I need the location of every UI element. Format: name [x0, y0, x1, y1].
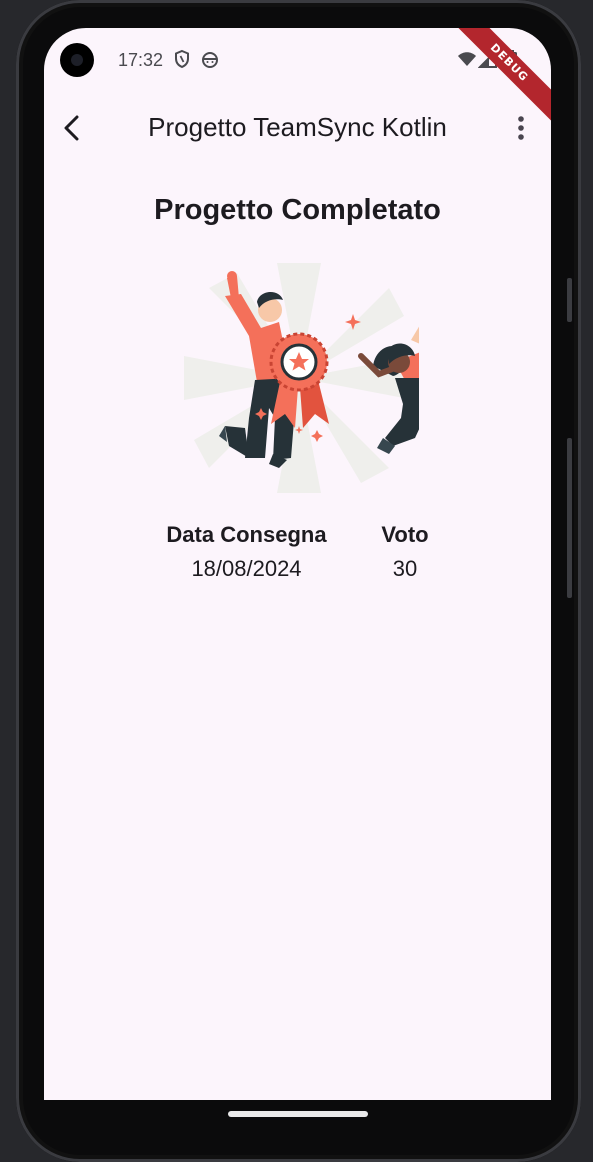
front-camera: [60, 43, 94, 77]
more-vert-icon[interactable]: [509, 110, 533, 146]
delivery-date-label: Data Consegna: [166, 522, 327, 547]
status-bar: 17:32 DEBUG: [44, 28, 551, 128]
app-bar: Progetto TeamSync Kotlin: [44, 96, 551, 160]
grade-value: 30: [392, 556, 418, 581]
android-face-icon: [202, 52, 218, 68]
delivery-date-info: Data Consegna 18/08/2024: [154, 522, 339, 582]
shield-icon: [175, 49, 189, 69]
volume-button: [567, 438, 572, 598]
side-button: [567, 278, 572, 322]
home-indicator[interactable]: [228, 1111, 368, 1117]
grade-label: Voto: [381, 522, 429, 547]
wifi-icon: [458, 52, 476, 66]
delivery-date-value: 18/08/2024: [191, 556, 302, 581]
celebration-award-illustration: [184, 263, 419, 493]
back-arrow-icon[interactable]: [56, 110, 88, 146]
app-bar-title: Progetto TeamSync Kotlin: [148, 112, 447, 142]
status-time: 17:32: [118, 50, 164, 70]
page-heading: Progetto Completato: [154, 194, 441, 226]
app-screen: 17:32 DEBUG Progetto TeamSync Kotlin Pro…: [44, 28, 551, 1100]
grade-info: Voto 30: [359, 522, 451, 582]
